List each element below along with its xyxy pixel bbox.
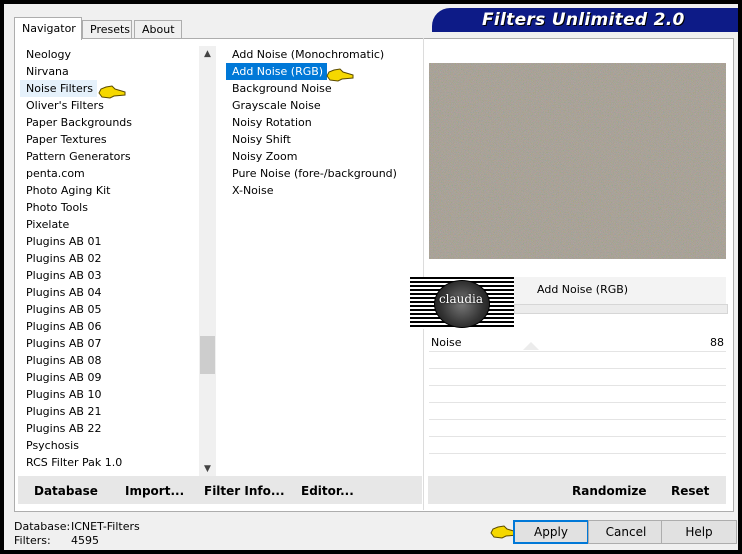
panel-divider [423, 38, 424, 510]
category-item[interactable]: Pattern Generators [20, 148, 200, 165]
left-button-bar: Database Import... Filter Info... Editor… [18, 476, 422, 504]
apply-button[interactable]: Apply [513, 520, 589, 544]
pointing-hand-icon [326, 68, 354, 82]
category-scrollbar[interactable]: ▲ ▼ [199, 46, 216, 478]
category-item[interactable]: Plugins AB 05 [20, 301, 200, 318]
author-logo: claudia [410, 277, 514, 329]
param-divider [429, 402, 726, 403]
category-item[interactable]: Plugins AB 21 [20, 403, 200, 420]
window-title: Filters Unlimited 2.0 [482, 10, 685, 30]
filter-item-selected[interactable]: Add Noise (RGB) [226, 63, 328, 80]
database-status-label: Database: [14, 520, 71, 533]
scroll-thumb[interactable] [200, 336, 215, 374]
filter-item[interactable]: Pure Noise (fore-/background) [226, 165, 422, 182]
category-item[interactable]: Plugins AB 06 [20, 318, 200, 335]
filter-info-button[interactable]: Filter Info... [204, 484, 285, 498]
category-item[interactable]: Plugins AB 10 [20, 386, 200, 403]
param-divider [429, 419, 726, 420]
filter-name-header: Add Noise (RGB) [514, 277, 726, 305]
filters-status-label: Filters: [14, 534, 51, 547]
category-item[interactable]: Photo Tools [20, 199, 200, 216]
category-item[interactable]: Psychosis [20, 437, 200, 454]
filter-item[interactable]: Noisy Zoom [226, 148, 422, 165]
category-item[interactable]: Plugins AB 08 [20, 352, 200, 369]
category-item[interactable]: Plugins AB 09 [20, 369, 200, 386]
reset-button[interactable]: Reset [671, 484, 709, 498]
tab-presets[interactable]: Presets [82, 20, 132, 39]
filter-item[interactable]: Noisy Shift [226, 131, 422, 148]
category-item[interactable]: Plugins AB 07 [20, 335, 200, 352]
param-divider [429, 385, 726, 386]
category-item[interactable]: Pixelate [20, 216, 200, 233]
param-divider [429, 368, 726, 369]
filter-item[interactable]: Add Noise (Monochromatic) [226, 46, 422, 63]
database-status-value: ICNET-Filters [71, 520, 140, 533]
category-item[interactable]: Paper Backgrounds [20, 114, 200, 131]
filter-name-label: Add Noise (RGB) [537, 283, 629, 296]
category-item[interactable]: penta.com [20, 165, 200, 182]
category-item[interactable]: RCS Filter Pak 1.0 [20, 454, 200, 471]
param-divider [429, 436, 726, 437]
editor-button[interactable]: Editor... [301, 484, 354, 498]
filter-list[interactable]: Add Noise (Monochromatic) Add Noise (RGB… [226, 46, 422, 478]
category-item[interactable]: Plugins AB 03 [20, 267, 200, 284]
filter-item[interactable]: X-Noise [226, 182, 422, 199]
param-value[interactable]: 88 [710, 336, 724, 349]
tab-navigator[interactable]: Navigator [14, 17, 82, 40]
randomize-button[interactable]: Randomize [572, 484, 646, 498]
category-item[interactable]: Plugins AB 22 [20, 420, 200, 437]
category-item[interactable]: Paper Textures [20, 131, 200, 148]
category-item[interactable]: Plugins AB 01 [20, 233, 200, 250]
import-button[interactable]: Import... [125, 484, 184, 498]
right-button-bar: Randomize Reset [428, 476, 726, 504]
logo-text: claudia [438, 292, 484, 306]
filter-item[interactable]: Background Noise [226, 80, 422, 97]
category-item[interactable]: Plugins AB 04 [20, 284, 200, 301]
param-divider [429, 351, 726, 352]
filter-item[interactable]: Noisy Rotation [226, 114, 422, 131]
filter-name-bar [514, 304, 728, 314]
category-item[interactable]: Plugins AB 02 [20, 250, 200, 267]
category-item[interactable]: Photo Aging Kit [20, 182, 200, 199]
category-item[interactable]: Nirvana [20, 63, 200, 80]
cancel-button[interactable]: Cancel [588, 520, 664, 544]
scroll-up-icon[interactable]: ▲ [199, 46, 216, 63]
pointing-hand-icon [98, 85, 126, 99]
category-item[interactable]: Neology [20, 46, 200, 63]
param-divider [429, 453, 726, 454]
tab-about[interactable]: About [134, 20, 182, 39]
database-status: Database: ICNET-Filters [14, 520, 140, 533]
param-label: Noise [431, 336, 462, 349]
param-row-noise[interactable]: Noise 88 [429, 334, 726, 351]
category-item-noise-filters[interactable]: Noise Filters [20, 80, 97, 97]
database-button[interactable]: Database [34, 484, 98, 498]
help-button[interactable]: Help [661, 520, 737, 544]
category-list[interactable]: Neology Nirvana Noise Filters Oliver's F… [20, 46, 200, 478]
param-caret-icon [523, 342, 539, 350]
filters-status: Filters: 4595 [14, 534, 99, 547]
filter-item[interactable]: Grayscale Noise [226, 97, 422, 114]
preview-image [429, 63, 726, 259]
title-banner: Filters Unlimited 2.0 [432, 8, 738, 32]
filters-status-value: 4595 [71, 534, 99, 547]
filters-unlimited-window: Navigator Presets About Filters Unlimite… [4, 4, 738, 550]
